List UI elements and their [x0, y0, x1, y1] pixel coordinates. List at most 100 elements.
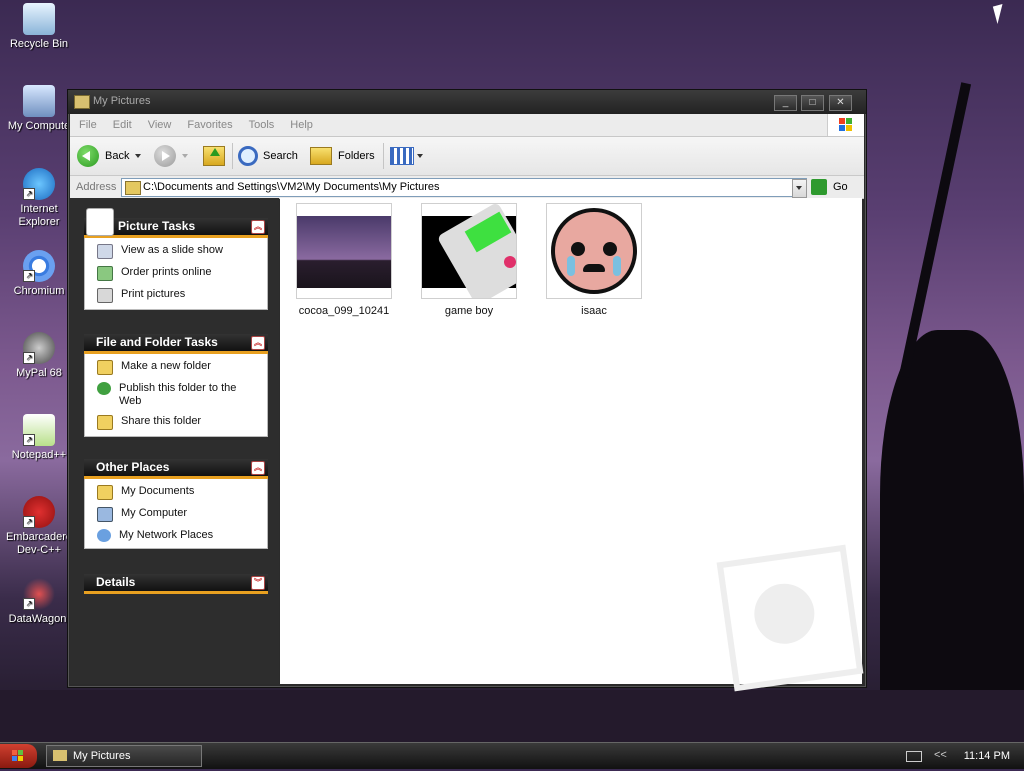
- search-icon: [238, 146, 258, 166]
- thumbnail: [421, 203, 517, 299]
- taskbar: My Pictures << 11:14 PM: [0, 742, 1024, 769]
- menu-bar: File Edit View Favorites Tools Help: [70, 114, 864, 137]
- clock[interactable]: 11:14 PM: [964, 750, 1010, 762]
- go-arrow-icon: [811, 179, 827, 195]
- up-folder-icon: [203, 146, 225, 166]
- forward-button[interactable]: [154, 144, 188, 168]
- forward-arrow-icon: [154, 145, 176, 167]
- details-panel: Details ︾: [84, 574, 268, 594]
- back-arrow-icon: [77, 145, 99, 167]
- file-name: cocoa_099_10241: [298, 305, 390, 317]
- views-dropdown-icon: [417, 154, 423, 158]
- isaac-thumbnail-image: [551, 208, 637, 294]
- address-label: Address: [76, 181, 117, 193]
- mypal-icon: ↗: [23, 332, 55, 364]
- recycle-bin-icon: [23, 3, 55, 35]
- gameboy-thumbnail-image: [422, 204, 516, 298]
- views-button[interactable]: [390, 144, 423, 168]
- address-dropdown-button[interactable]: [792, 179, 807, 198]
- picture-tasks-header[interactable]: Picture Tasks ︽: [84, 208, 268, 238]
- toolbar: Back Search Folders: [70, 137, 864, 176]
- minimize-button[interactable]: _: [774, 95, 797, 111]
- forward-dropdown-icon: [182, 154, 188, 158]
- file-item[interactable]: isaac: [546, 203, 642, 317]
- collapse-icon[interactable]: ︽: [251, 461, 265, 475]
- my-documents-icon: [97, 485, 113, 500]
- search-button[interactable]: Search: [238, 144, 298, 168]
- file-view[interactable]: cocoa_099_10241 game boy isaac: [280, 198, 864, 692]
- folder-icon: [53, 750, 67, 761]
- my-computer-icon: [23, 85, 55, 117]
- datawagon-icon: ↗: [23, 578, 55, 610]
- internet-explorer-icon: ↗: [23, 168, 55, 200]
- menu-view[interactable]: View: [139, 114, 179, 131]
- desktop-icon-recycle-bin[interactable]: Recycle Bin: [0, 3, 78, 51]
- folders-icon: [310, 147, 332, 165]
- palm-silhouette: [0, 690, 1024, 742]
- order-prints-icon: [97, 266, 113, 281]
- system-tray: << 11:14 PM: [906, 743, 1024, 769]
- views-icon: [390, 147, 414, 165]
- windows-logo-icon: [827, 114, 864, 136]
- folder-icon: [125, 181, 141, 195]
- address-bar: Address C:\Documents and Settings\VM2\My…: [70, 176, 864, 199]
- menu-file[interactable]: File: [70, 114, 104, 131]
- thumbnail: [296, 203, 392, 299]
- menu-help[interactable]: Help: [281, 114, 320, 131]
- mouse-cursor-icon: [992, 4, 1008, 24]
- place-my-computer[interactable]: My Computer: [97, 507, 267, 522]
- task-publish-web[interactable]: Publish this folder to the Web: [97, 382, 267, 408]
- folders-button[interactable]: Folders: [310, 144, 375, 168]
- task-print-pictures[interactable]: Print pictures: [97, 288, 267, 303]
- collapse-icon[interactable]: ︽: [251, 220, 265, 234]
- task-order-prints[interactable]: Order prints online: [97, 266, 267, 281]
- taskbar-item-my-pictures[interactable]: My Pictures: [46, 745, 202, 767]
- start-button[interactable]: [0, 744, 37, 768]
- collapse-icon[interactable]: ︽: [251, 336, 265, 350]
- file-folder-tasks-header[interactable]: File and Folder Tasks ︽: [84, 334, 268, 354]
- palm-silhouette: [880, 330, 1024, 742]
- devcpp-icon: ↗: [23, 496, 55, 528]
- other-places-header[interactable]: Other Places ︽: [84, 459, 268, 479]
- address-path: C:\Documents and Settings\VM2\My Documen…: [143, 181, 440, 193]
- pictures-watermark-icon: [716, 544, 864, 692]
- new-folder-icon: [97, 360, 113, 375]
- place-my-documents[interactable]: My Documents: [97, 485, 267, 500]
- toolbar-separator: [232, 143, 233, 169]
- go-button[interactable]: Go: [811, 178, 848, 196]
- maximize-button[interactable]: □: [801, 95, 824, 111]
- details-header[interactable]: Details ︾: [84, 574, 268, 594]
- printer-icon: [97, 288, 113, 303]
- task-new-folder[interactable]: Make a new folder: [97, 360, 267, 375]
- title-bar[interactable]: My Pictures _ □ ✕: [68, 90, 866, 114]
- keyboard-icon[interactable]: [906, 751, 922, 762]
- expand-icon[interactable]: ︾: [251, 576, 265, 590]
- menu-favorites[interactable]: Favorites: [178, 114, 239, 131]
- file-name: game boy: [444, 305, 494, 317]
- back-button[interactable]: Back: [77, 144, 142, 168]
- close-button[interactable]: ✕: [829, 95, 852, 111]
- file-item[interactable]: cocoa_099_10241: [296, 203, 392, 317]
- show-hidden-icons-button[interactable]: <<: [934, 749, 947, 761]
- folder-icon: [74, 95, 90, 109]
- toolbar-separator: [383, 143, 384, 169]
- publish-web-icon: [97, 382, 111, 395]
- file-name: isaac: [581, 305, 607, 317]
- place-my-network-places[interactable]: My Network Places: [97, 529, 267, 542]
- share-folder-icon: [97, 415, 113, 430]
- task-slide-show[interactable]: View as a slide show: [97, 244, 267, 259]
- explorer-window: My Pictures _ □ ✕ File Edit View Favorites T…: [67, 89, 867, 692]
- slideshow-icon: [97, 244, 113, 259]
- address-input[interactable]: C:\Documents and Settings\VM2\My Documen…: [121, 178, 807, 197]
- back-dropdown-icon[interactable]: [135, 154, 142, 158]
- picture-tasks-icon: [86, 208, 114, 236]
- chromium-icon: ↗: [23, 250, 55, 282]
- window-title: My Pictures: [93, 95, 151, 107]
- up-folder-button[interactable]: [203, 144, 225, 168]
- beach-thumbnail-image: [297, 216, 391, 288]
- menu-tools[interactable]: Tools: [240, 114, 282, 131]
- menu-edit[interactable]: Edit: [104, 114, 139, 131]
- thumbnail: [546, 203, 642, 299]
- file-item[interactable]: game boy: [421, 203, 517, 317]
- task-share-folder[interactable]: Share this folder: [97, 415, 267, 430]
